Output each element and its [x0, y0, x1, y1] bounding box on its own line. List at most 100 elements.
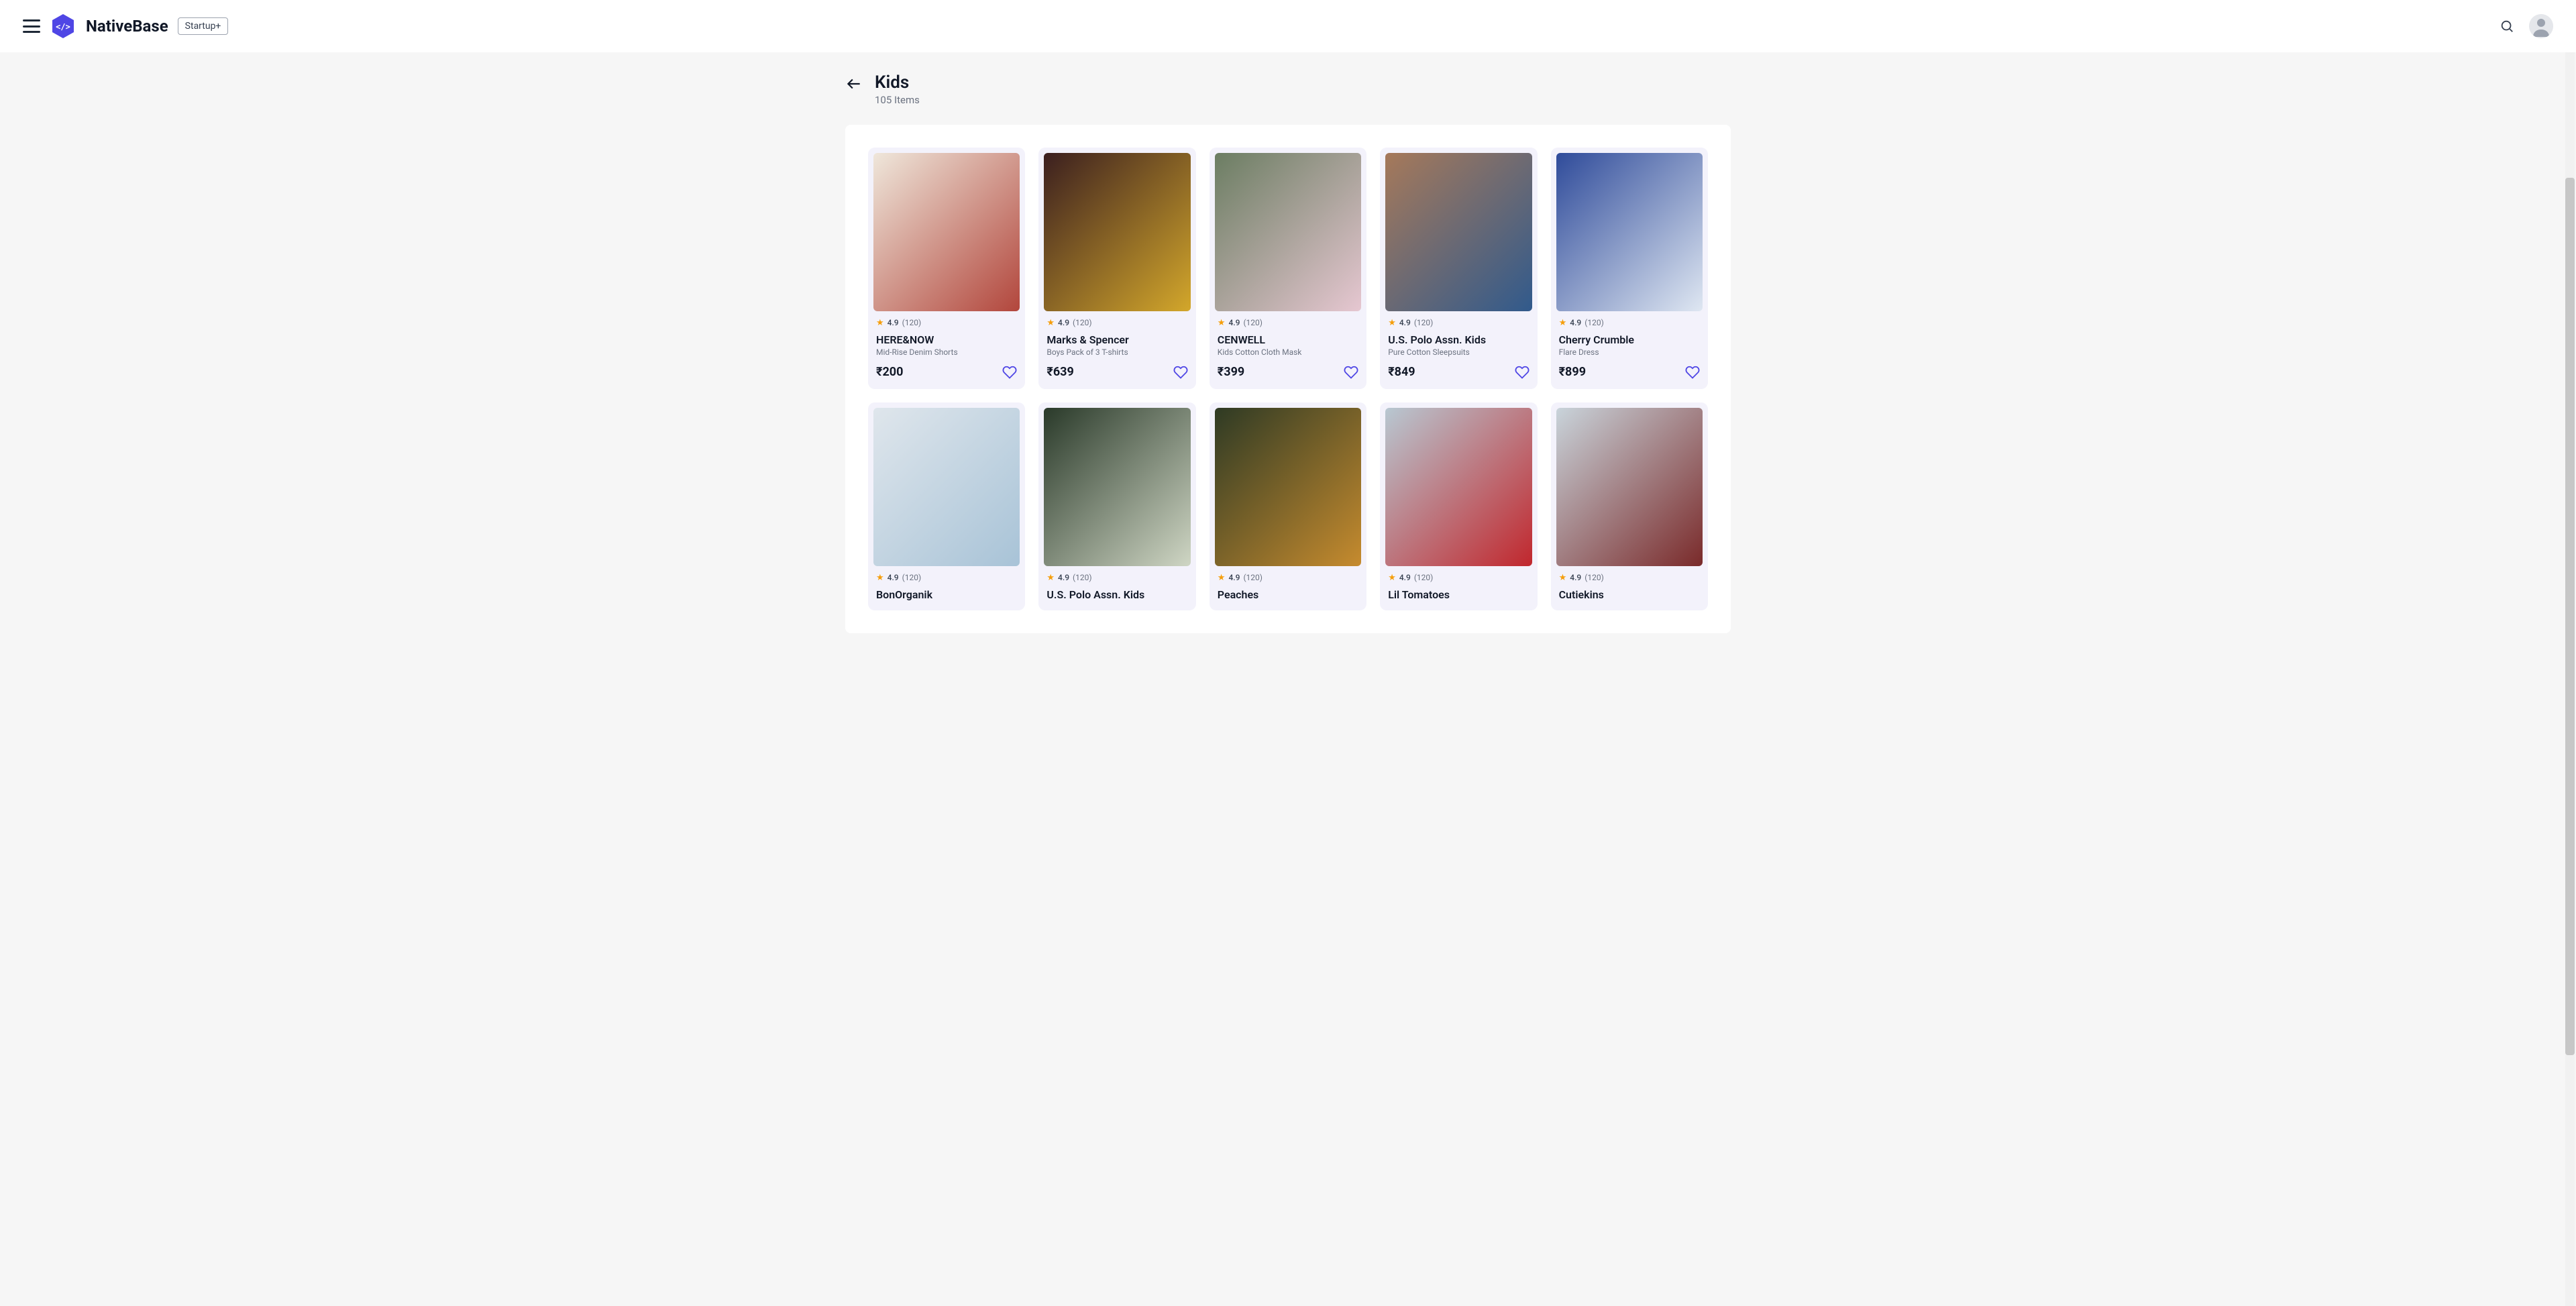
rating-value: 4.9	[888, 573, 899, 582]
product-card[interactable]: ★ 4.9 (120) Cherry Crumble Flare Dress ₹…	[1551, 148, 1708, 389]
product-desc: Flare Dress	[1559, 347, 1700, 357]
product-card[interactable]: ★ 4.9 (120) Lil Tomatoes	[1380, 402, 1537, 610]
price-row: ₹200	[876, 365, 1017, 380]
rating-value: 4.9	[1228, 318, 1240, 327]
rating-count: (120)	[1585, 318, 1604, 327]
header-left: </> NativeBase Startup+	[23, 13, 228, 40]
rating-value: 4.9	[1399, 573, 1411, 582]
app-header: </> NativeBase Startup+	[0, 0, 2576, 52]
price-row: ₹849	[1388, 365, 1529, 380]
product-brand: Cherry Crumble	[1559, 333, 1700, 346]
product-brand: Peaches	[1218, 588, 1358, 601]
product-brand: BonOrganik	[876, 588, 1017, 601]
product-desc: Pure Cotton Sleepsuits	[1388, 347, 1529, 357]
rating-count: (120)	[1073, 573, 1092, 582]
product-brand: U.S. Polo Assn. Kids	[1388, 333, 1529, 346]
product-card[interactable]: ★ 4.9 (120) U.S. Polo Assn. Kids	[1038, 402, 1195, 610]
product-image	[1556, 408, 1703, 566]
product-image	[873, 408, 1020, 566]
product-price: ₹399	[1218, 365, 1244, 379]
rating-row: ★ 4.9 (120)	[1046, 573, 1187, 583]
price-row: ₹899	[1559, 365, 1700, 380]
product-brand: Cutiekins	[1559, 588, 1700, 601]
rating-row: ★ 4.9 (120)	[1559, 318, 1700, 328]
product-card[interactable]: ★ 4.9 (120) Marks & Spencer Boys Pack of…	[1038, 148, 1195, 389]
product-image	[1044, 153, 1190, 311]
scrollbar[interactable]	[2565, 52, 2575, 1306]
rating-count: (120)	[1073, 318, 1092, 327]
product-card[interactable]: ★ 4.9 (120) CENWELL Kids Cotton Cloth Ma…	[1210, 148, 1366, 389]
rating-row: ★ 4.9 (120)	[1218, 318, 1358, 328]
brand-name: NativeBase	[86, 17, 168, 36]
product-brand: HERE&NOW	[876, 333, 1017, 346]
brand-logo[interactable]: </>	[50, 13, 76, 40]
rating-value: 4.9	[1228, 573, 1240, 582]
star-icon: ★	[1559, 318, 1567, 328]
favorite-icon[interactable]	[1515, 365, 1529, 380]
star-icon: ★	[1046, 318, 1055, 328]
product-image	[1556, 153, 1703, 311]
product-grid: ★ 4.9 (120) HERE&NOW Mid-Rise Denim Shor…	[868, 148, 1708, 610]
rating-count: (120)	[1414, 318, 1434, 327]
rating-row: ★ 4.9 (120)	[1388, 318, 1529, 328]
svg-text:</>: </>	[56, 22, 70, 32]
rating-value: 4.9	[1058, 573, 1069, 582]
product-card[interactable]: ★ 4.9 (120) Cutiekins	[1551, 402, 1708, 610]
favorite-icon[interactable]	[1002, 365, 1017, 380]
product-image	[1385, 408, 1532, 566]
star-icon: ★	[1559, 573, 1567, 583]
menu-icon[interactable]	[23, 19, 40, 33]
product-price: ₹849	[1388, 365, 1415, 379]
price-row: ₹639	[1046, 365, 1187, 380]
rating-count: (120)	[902, 318, 922, 327]
rating-count: (120)	[1243, 318, 1263, 327]
star-icon: ★	[1388, 318, 1396, 328]
product-image	[1215, 153, 1361, 311]
rating-count: (120)	[1585, 573, 1604, 582]
star-icon: ★	[1388, 573, 1396, 583]
scrollbar-thumb[interactable]	[2565, 178, 2575, 1055]
product-panel: ★ 4.9 (120) HERE&NOW Mid-Rise Denim Shor…	[845, 125, 1731, 633]
product-desc: Boys Pack of 3 T-shirts	[1046, 347, 1187, 357]
product-price: ₹639	[1046, 365, 1073, 379]
header-right	[2500, 14, 2553, 38]
plan-badge: Startup+	[178, 17, 229, 35]
rating-row: ★ 4.9 (120)	[876, 318, 1017, 328]
star-icon: ★	[876, 573, 884, 583]
product-desc: Kids Cotton Cloth Mask	[1218, 347, 1358, 357]
price-row: ₹399	[1218, 365, 1358, 380]
rating-value: 4.9	[888, 318, 899, 327]
rating-count: (120)	[1243, 573, 1263, 582]
rating-count: (120)	[902, 573, 922, 582]
search-icon[interactable]	[2500, 19, 2514, 34]
product-image	[1044, 408, 1190, 566]
rating-value: 4.9	[1570, 573, 1581, 582]
rating-row: ★ 4.9 (120)	[1046, 318, 1187, 328]
product-image	[1215, 408, 1361, 566]
product-image	[1385, 153, 1532, 311]
product-card[interactable]: ★ 4.9 (120) Peaches	[1210, 402, 1366, 610]
product-brand: CENWELL	[1218, 333, 1358, 346]
product-card[interactable]: ★ 4.9 (120) HERE&NOW Mid-Rise Denim Shor…	[868, 148, 1025, 389]
product-brand: U.S. Polo Assn. Kids	[1046, 588, 1187, 601]
page-header: Kids 105 Items	[845, 52, 1731, 113]
avatar[interactable]	[2529, 14, 2553, 38]
product-card[interactable]: ★ 4.9 (120) BonOrganik	[868, 402, 1025, 610]
product-desc: Mid-Rise Denim Shorts	[876, 347, 1017, 357]
favorite-icon[interactable]	[1344, 365, 1358, 380]
product-card[interactable]: ★ 4.9 (120) U.S. Polo Assn. Kids Pure Co…	[1380, 148, 1537, 389]
product-brand: Marks & Spencer	[1046, 333, 1187, 346]
rating-row: ★ 4.9 (120)	[1218, 573, 1358, 583]
star-icon: ★	[1218, 573, 1226, 583]
rating-row: ★ 4.9 (120)	[876, 573, 1017, 583]
rating-value: 4.9	[1399, 318, 1411, 327]
product-image	[873, 153, 1020, 311]
product-price: ₹200	[876, 365, 903, 379]
star-icon: ★	[876, 318, 884, 328]
product-brand: Lil Tomatoes	[1388, 588, 1529, 601]
star-icon: ★	[1046, 573, 1055, 583]
back-arrow-icon[interactable]	[845, 75, 863, 93]
rating-value: 4.9	[1058, 318, 1069, 327]
favorite-icon[interactable]	[1685, 365, 1700, 380]
favorite-icon[interactable]	[1173, 365, 1188, 380]
